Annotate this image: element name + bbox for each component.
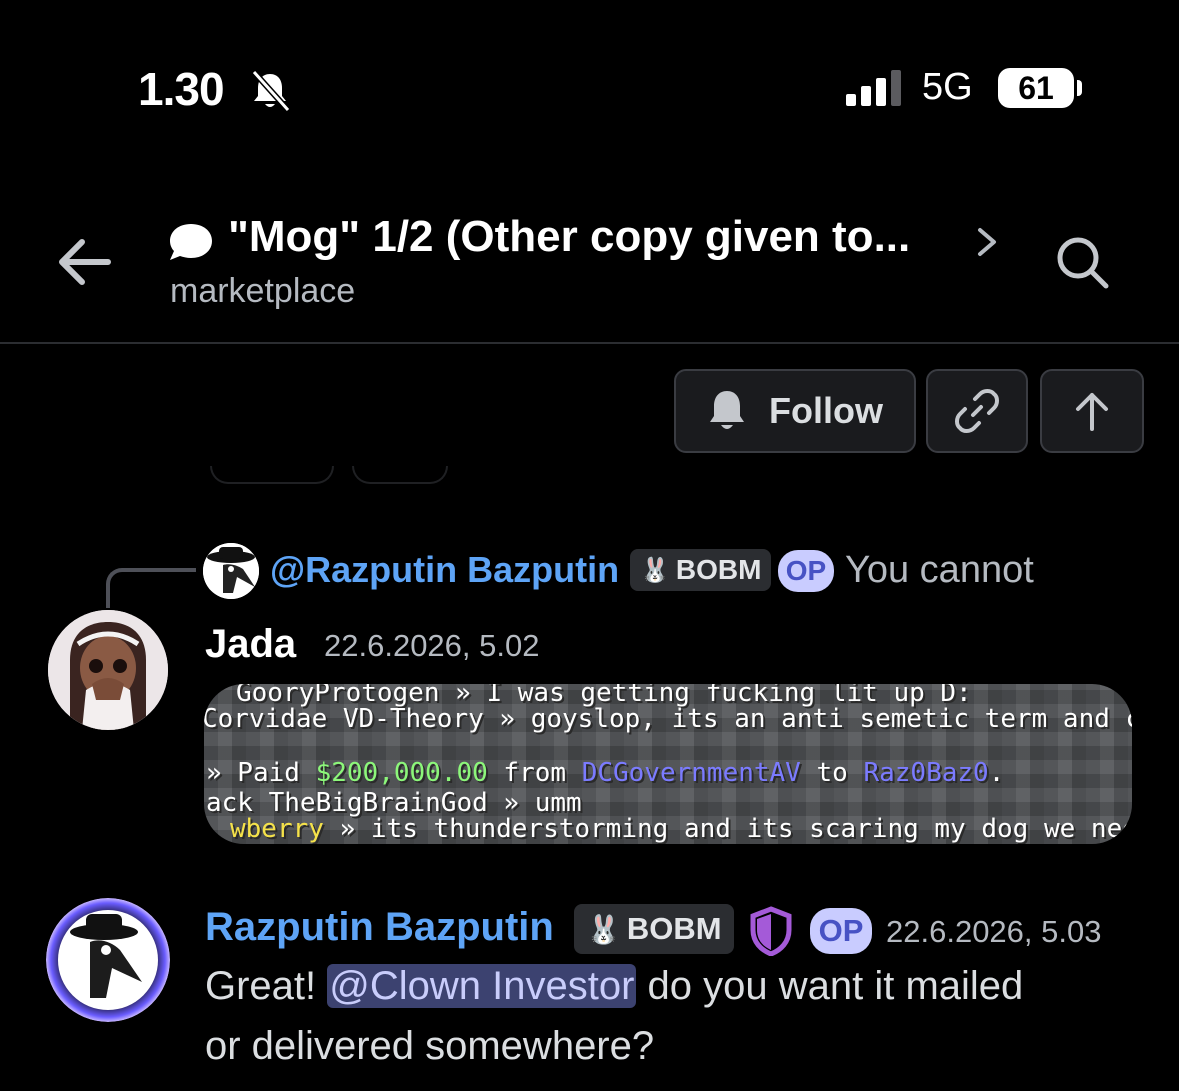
link-icon	[955, 389, 999, 433]
thread-icon	[170, 224, 212, 260]
payee-name: Raz0Baz0	[863, 758, 989, 788]
header-divider	[0, 342, 1179, 344]
user-mention[interactable]: @Clown Investor	[327, 964, 637, 1008]
chat-text: » Paid	[206, 758, 316, 788]
guild-tag[interactable]: 🐰 BOBM	[630, 549, 772, 591]
follow-button[interactable]: Follow	[674, 369, 916, 453]
image-attachment[interactable]: GooryProtogen » I was getting fucking li…	[204, 684, 1132, 844]
op-badge: OP	[810, 908, 872, 954]
message-text: or delivered somewhere?	[205, 1024, 655, 1068]
message-text: Great!	[205, 964, 328, 1008]
chat-text: to	[800, 758, 864, 788]
message-timestamp: 22.6.2026, 5.03	[886, 914, 1102, 949]
message-timestamp: 22.6.2026, 5.02	[324, 628, 540, 663]
chat-text: » its thunderstorming and its scaring my…	[323, 814, 1132, 844]
message-text: do you want it mailed	[636, 964, 1024, 1008]
battery-tip	[1077, 80, 1082, 96]
back-arrow-icon[interactable]	[52, 230, 116, 294]
share-button[interactable]	[1040, 369, 1144, 453]
op-badge: OP	[778, 550, 834, 592]
bell-muted-icon	[251, 69, 291, 112]
battery-indicator: 61	[998, 68, 1074, 108]
reaction-pill-edge	[210, 466, 334, 484]
reply-connector	[106, 568, 196, 608]
chat-line: wberry » its thunderstorming and its sca…	[230, 814, 1132, 844]
copy-link-button[interactable]	[926, 369, 1028, 453]
guild-tag[interactable]: 🐰 BOBM	[574, 904, 734, 954]
search-icon[interactable]	[1052, 232, 1112, 292]
follow-label: Follow	[769, 390, 883, 431]
user-avatar-icon	[48, 610, 168, 730]
reaction-pill-edge	[352, 466, 448, 484]
bunny-icon: 🐰	[586, 913, 621, 945]
arrow-up-icon	[1076, 393, 1108, 431]
plague-doctor-avatar-icon	[46, 898, 170, 1022]
bell-icon	[710, 391, 744, 429]
avatar[interactable]	[48, 610, 168, 730]
guild-tag-label: BOBM	[675, 554, 762, 585]
cellular-signal-icon	[846, 70, 901, 106]
avatar[interactable]	[46, 898, 170, 1022]
guild-tag-label: BOBM	[626, 911, 722, 946]
chat-username: wberry	[230, 814, 324, 844]
chat-line: Corvidae VD-Theory » goyslop, its an ant…	[204, 704, 1132, 734]
chat-text: from	[487, 758, 582, 788]
shield-icon	[750, 906, 792, 956]
thread-title[interactable]: "Mog" 1/2 (Other copy given to...	[228, 212, 910, 262]
plague-doctor-avatar-icon	[203, 543, 259, 599]
message-author[interactable]: Jada	[205, 622, 296, 667]
avatar[interactable]	[203, 543, 259, 599]
message-author[interactable]: Razputin Bazputin	[205, 905, 554, 950]
channel-name[interactable]: marketplace	[170, 272, 355, 311]
paid-amount: $200,000.00	[315, 758, 488, 788]
status-time: 1.30	[138, 63, 225, 115]
reply-snippet[interactable]: You cannot	[845, 549, 1034, 592]
chat-line: » Paid $200,000.00 from DCGovernmentAV t…	[206, 758, 1004, 788]
chevron-right-icon[interactable]	[972, 222, 1002, 262]
chat-text: .	[988, 758, 1005, 788]
bunny-icon: 🐰	[640, 556, 670, 584]
network-type: 5G	[922, 66, 973, 108]
payer-name: DCGovernmentAV	[581, 758, 801, 788]
message-body[interactable]: Great! @Clown Investor do you want it ma…	[205, 964, 1023, 1009]
reply-mention[interactable]: @Razputin Bazputin	[270, 549, 619, 591]
